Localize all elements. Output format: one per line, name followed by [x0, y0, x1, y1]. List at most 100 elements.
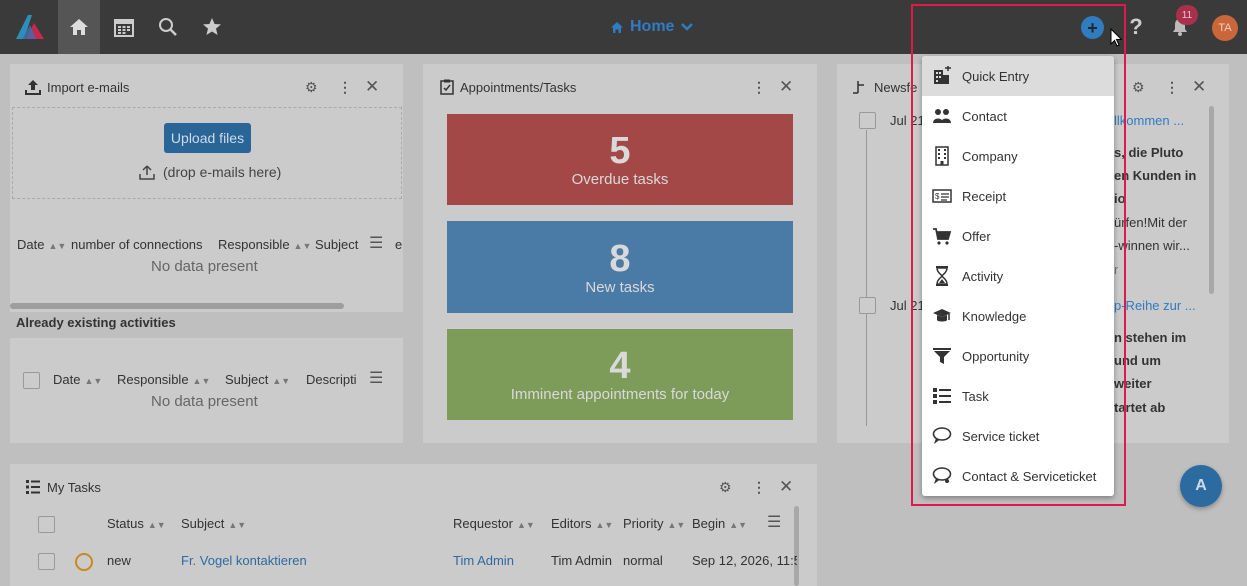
task-status: new	[107, 553, 131, 568]
appointments-count: 4	[609, 345, 631, 387]
home-nav-button[interactable]	[58, 0, 100, 54]
quick-add-menu: Quick Entry Contact Company $ Receipt Of…	[922, 56, 1114, 496]
row-checkbox[interactable]	[38, 553, 55, 570]
contact-chat-icon	[932, 467, 952, 484]
task-subject-link[interactable]: Fr. Vogel kontaktieren	[181, 553, 307, 568]
search-nav-button[interactable]	[146, 0, 190, 54]
news-body-text: en Kunden in	[1114, 168, 1197, 183]
menu-item-label: Opportunity	[962, 348, 1030, 364]
column-header-description[interactable]: Descripti	[306, 372, 359, 387]
app-logo[interactable]	[8, 0, 52, 54]
close-icon[interactable]: ✕	[779, 77, 793, 97]
imminent-appointments-tile[interactable]: 4 Imminent appointments for today	[447, 329, 793, 420]
hourglass-icon	[936, 266, 948, 286]
vertical-scrollbar[interactable]	[1209, 106, 1214, 294]
column-header-editors[interactable]: Editors ▲▼	[551, 516, 613, 531]
panel-title: Import e-mails	[47, 79, 130, 95]
favorites-nav-button[interactable]	[190, 0, 234, 54]
overdue-label: Overdue tasks	[571, 171, 669, 188]
menu-item-service-ticket[interactable]: Service ticket	[922, 416, 1114, 456]
empty-state-text: No data present	[151, 393, 258, 410]
menu-item-label: Quick Entry	[962, 68, 1030, 84]
task-requestor-link[interactable]: Tim Admin	[453, 553, 514, 568]
column-header-date[interactable]: Date ▲▼	[17, 237, 66, 252]
email-drop-zone[interactable]	[12, 107, 402, 199]
column-header-connections[interactable]: number of connections	[71, 237, 203, 252]
upload-files-button[interactable]: Upload files	[164, 123, 251, 153]
news-item-checkbox[interactable]	[859, 112, 876, 129]
horizontal-scrollbar[interactable]	[10, 303, 344, 309]
menu-item-task[interactable]: Task	[922, 376, 1114, 416]
timeline-line	[866, 130, 867, 426]
task-begin: Sep 12, 2026, 11:58	[692, 553, 797, 568]
feed-icon	[853, 81, 864, 94]
column-header-requestor[interactable]: Requestor ▲▼	[453, 516, 535, 531]
menu-item-activity[interactable]: Activity	[922, 256, 1114, 296]
column-header-subject[interactable]: Subject ▲▼	[181, 516, 246, 531]
graduation-cap-icon	[933, 309, 951, 322]
select-all-checkbox[interactable]	[23, 372, 40, 389]
settings-gear-icon[interactable]: ⚙	[305, 79, 318, 96]
task-list-icon	[933, 388, 951, 404]
more-options-icon[interactable]: ⋮	[752, 479, 766, 496]
column-header-status[interactable]: Status ▲▼	[107, 516, 166, 531]
column-header-subject[interactable]: Subject	[315, 237, 360, 252]
news-item-checkbox[interactable]	[859, 297, 876, 314]
more-options-icon[interactable]: ⋮	[1165, 79, 1179, 96]
column-header-begin[interactable]: Begin ▲▼	[692, 516, 747, 531]
settings-gear-icon[interactable]: ⚙	[1132, 79, 1145, 96]
column-header-responsible[interactable]: Responsible ▲▼	[218, 237, 311, 252]
menu-item-knowledge[interactable]: Knowledge	[922, 296, 1114, 336]
news-headline-link[interactable]: p-Reihe zur ...	[1114, 298, 1196, 313]
drop-hint: (drop e-mails here)	[139, 164, 281, 180]
home-title-dropdown[interactable]: Home	[610, 16, 694, 38]
assistant-fab-button[interactable]: A	[1180, 465, 1222, 507]
question-mark-icon: ?	[1129, 14, 1143, 39]
column-header-responsible[interactable]: Responsible ▲▼	[117, 372, 210, 387]
status-circle-icon	[75, 553, 93, 571]
close-icon[interactable]: ✕	[1192, 77, 1206, 97]
menu-item-label: Receipt	[962, 188, 1007, 204]
menu-item-label: Contact & Serviceticket	[962, 468, 1097, 484]
more-options-icon[interactable]: ⋮	[338, 79, 352, 96]
column-header-priority[interactable]: Priority ▲▼	[623, 516, 685, 531]
contact-icon	[933, 109, 951, 123]
funnel-icon	[933, 348, 951, 364]
overdue-count: 5	[609, 130, 631, 172]
menu-item-contact[interactable]: Contact	[922, 96, 1114, 136]
close-icon[interactable]: ✕	[365, 77, 379, 97]
new-tasks-count: 8	[609, 237, 631, 280]
search-icon	[159, 18, 177, 36]
task-editors: Tim Admin	[551, 553, 612, 568]
column-menu-icon[interactable]: ☰	[369, 368, 383, 388]
menu-item-contact-serviceticket[interactable]: Contact & Serviceticket	[922, 456, 1114, 496]
home-icon	[70, 19, 88, 35]
menu-item-opportunity[interactable]: Opportunity	[922, 336, 1114, 376]
menu-item-receipt[interactable]: $ Receipt	[922, 176, 1114, 216]
close-icon[interactable]: ✕	[779, 477, 793, 497]
overdue-tasks-tile[interactable]: 5 Overdue tasks	[447, 114, 793, 205]
new-tasks-tile[interactable]: 8 New tasks	[447, 221, 793, 313]
menu-item-offer[interactable]: Offer	[922, 216, 1114, 256]
column-header-date[interactable]: Date ▲▼	[53, 372, 102, 387]
select-all-checkbox[interactable]	[38, 516, 55, 533]
menu-item-label: Task	[962, 388, 989, 404]
clipboard-check-icon	[440, 79, 454, 95]
menu-item-company[interactable]: Company	[922, 136, 1114, 176]
calendar-nav-button[interactable]	[102, 0, 146, 54]
user-avatar[interactable]: TA	[1212, 15, 1238, 41]
newsfeed-header: Newsfe	[852, 65, 917, 109]
company-icon	[935, 146, 949, 166]
menu-item-label: Knowledge	[962, 308, 1027, 324]
vertical-scrollbar[interactable]	[794, 506, 799, 586]
more-options-icon[interactable]: ⋮	[752, 79, 766, 96]
import-emails-header: Import e-mails	[25, 65, 129, 109]
column-header-subject[interactable]: Subject ▲▼	[225, 372, 290, 387]
my-tasks-header: My Tasks	[25, 465, 101, 509]
settings-gear-icon[interactable]: ⚙	[719, 479, 732, 496]
svg-text:$: $	[935, 192, 940, 201]
empty-state-text: No data present	[151, 258, 258, 275]
menu-item-quick-entry[interactable]: Quick Entry	[922, 56, 1114, 96]
column-menu-icon[interactable]: ☰	[369, 233, 383, 253]
column-menu-icon[interactable]: ☰	[767, 512, 781, 532]
